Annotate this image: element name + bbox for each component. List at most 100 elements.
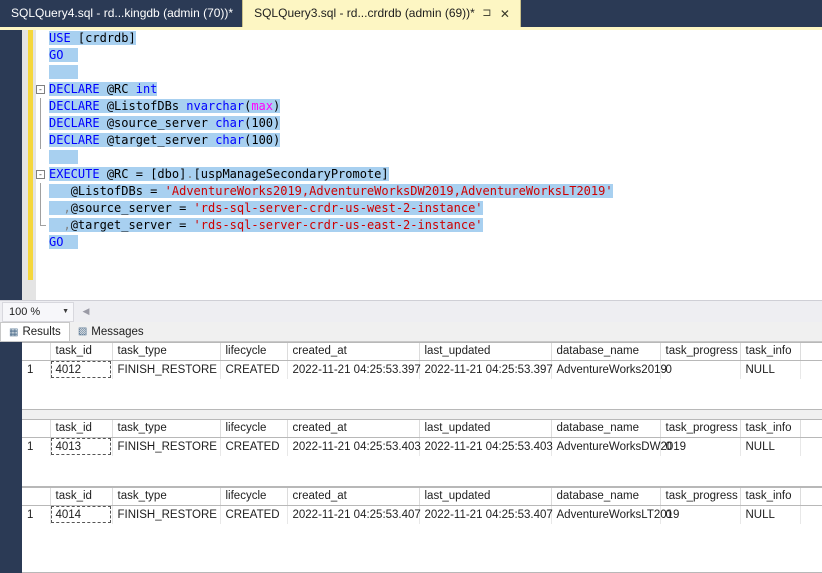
result-grid-2[interactable]: task_id task_type lifecycle created_at l…	[22, 419, 822, 487]
column-header-filler	[800, 343, 822, 360]
code-line-8	[36, 149, 822, 166]
zoom-level-value: 100 %	[9, 306, 40, 318]
cell-created-at[interactable]: 2022-11-21 04:25:53.403	[287, 437, 419, 456]
cell-task-info[interactable]: NULL	[740, 360, 800, 379]
row-number[interactable]: 1	[22, 437, 50, 456]
editor-horizontal-scrollbar[interactable]: ◀	[78, 302, 822, 322]
cell-last-updated[interactable]: 2022-11-21 04:25:53.403	[419, 437, 551, 456]
column-header-task-type[interactable]: task_type	[112, 488, 220, 505]
fold-guide-line	[40, 200, 41, 217]
column-header-task-id[interactable]: task_id	[50, 420, 112, 437]
code-token-type-int: int	[136, 82, 158, 96]
column-header-task-progress[interactable]: task_progress	[660, 488, 740, 505]
pin-icon[interactable]: ⊐	[481, 8, 493, 19]
code-token-type-char: char	[215, 133, 244, 147]
column-header-lifecycle[interactable]: lifecycle	[220, 488, 287, 505]
result-table-1: task_id task_type lifecycle created_at l…	[22, 343, 822, 379]
cell-task-type[interactable]: FINISH_RESTORE	[112, 437, 220, 456]
table-header-row: task_id task_type lifecycle created_at l…	[22, 420, 822, 437]
column-header-task-type[interactable]: task_type	[112, 420, 220, 437]
cell-task-info[interactable]: NULL	[740, 505, 800, 524]
tab-messages[interactable]: ▧ Messages	[70, 322, 152, 341]
code-token-db-name: [crdrdb]	[78, 31, 136, 45]
cell-database-name[interactable]: AdventureWorks2019	[551, 360, 660, 379]
results-pane[interactable]: task_id task_type lifecycle created_at l…	[0, 342, 822, 573]
column-header-database-name[interactable]: database_name	[551, 343, 660, 360]
column-header-last-updated[interactable]: last_updated	[419, 420, 551, 437]
row-header-corner[interactable]	[22, 488, 50, 505]
cell-database-name[interactable]: AdventureWorksLT2019	[551, 505, 660, 524]
column-header-last-updated[interactable]: last_updated	[419, 343, 551, 360]
fold-collapse-icon[interactable]: -	[36, 170, 45, 179]
table-row[interactable]: 1 4014 FINISH_RESTORE CREATED 2022-11-21…	[22, 505, 822, 524]
tab-results-label: Results	[22, 326, 60, 338]
cell-task-id[interactable]: 4013	[50, 437, 112, 456]
cell-database-name[interactable]: AdventureWorksDW2019	[551, 437, 660, 456]
sql-code-editor[interactable]: USE [crdrdb] GO -DECLARE @RC int DECLARE…	[0, 30, 822, 300]
cell-lifecycle[interactable]: CREATED	[220, 360, 287, 379]
cell-task-progress[interactable]: 0	[660, 360, 740, 379]
column-header-database-name[interactable]: database_name	[551, 420, 660, 437]
cell-lifecycle[interactable]: CREATED	[220, 505, 287, 524]
cell-task-info[interactable]: NULL	[740, 437, 800, 456]
cell-last-updated[interactable]: 2022-11-21 04:25:53.397	[419, 360, 551, 379]
close-icon[interactable]: ✕	[499, 8, 511, 20]
column-header-lifecycle[interactable]: lifecycle	[220, 420, 287, 437]
code-token-schema: [dbo]	[150, 167, 186, 181]
cell-created-at[interactable]: 2022-11-21 04:25:53.397	[287, 360, 419, 379]
column-header-task-id[interactable]: task_id	[50, 343, 112, 360]
editor-text-area[interactable]: USE [crdrdb] GO -DECLARE @RC int DECLARE…	[36, 30, 822, 300]
code-token-go: GO	[49, 235, 63, 249]
column-header-created-at[interactable]: created_at	[287, 420, 419, 437]
row-number[interactable]: 1	[22, 360, 50, 379]
fold-collapse-icon[interactable]: -	[36, 85, 45, 94]
result-grid-1[interactable]: task_id task_type lifecycle created_at l…	[22, 342, 822, 410]
scroll-left-icon[interactable]: ◀	[78, 302, 94, 322]
code-token-var-rc: @RC	[107, 82, 129, 96]
code-token-str-dblist: 'AdventureWorks2019,AdventureWorksDW2019…	[165, 184, 613, 198]
code-token-dot: .	[186, 167, 193, 181]
code-token-execute: EXECUTE	[49, 167, 100, 181]
zoom-level-dropdown[interactable]: 100 % ▼	[2, 302, 74, 322]
column-header-task-progress[interactable]: task_progress	[660, 420, 740, 437]
cell-lifecycle[interactable]: CREATED	[220, 437, 287, 456]
code-line-3	[36, 64, 822, 81]
editor-tab-sqlquery4[interactable]: SQLQuery4.sql - rd...kingdb (admin (70))…	[0, 0, 242, 27]
column-header-last-updated[interactable]: last_updated	[419, 488, 551, 505]
column-header-task-info[interactable]: task_info	[740, 420, 800, 437]
row-header-corner[interactable]	[22, 420, 50, 437]
column-header-created-at[interactable]: created_at	[287, 488, 419, 505]
code-token-declare: DECLARE	[49, 116, 100, 130]
editor-tab-sqlquery3[interactable]: SQLQuery3.sql - rd...crdrdb (admin (69))…	[242, 0, 521, 27]
column-header-task-type[interactable]: task_type	[112, 343, 220, 360]
column-header-database-name[interactable]: database_name	[551, 488, 660, 505]
code-token-var-listofdbs: @ListofDBs	[107, 99, 179, 113]
table-row[interactable]: 1 4013 FINISH_RESTORE CREATED 2022-11-21…	[22, 437, 822, 456]
cell-task-type[interactable]: FINISH_RESTORE	[112, 505, 220, 524]
code-token-var-listofdbs: @ListofDBs	[71, 184, 143, 198]
tab-results[interactable]: ▦ Results	[0, 322, 70, 341]
column-header-task-info[interactable]: task_info	[740, 343, 800, 360]
row-number[interactable]: 1	[22, 505, 50, 524]
column-header-created-at[interactable]: created_at	[287, 343, 419, 360]
column-header-task-info[interactable]: task_info	[740, 488, 800, 505]
cell-task-id[interactable]: 4014	[50, 505, 112, 524]
row-header-corner[interactable]	[22, 343, 50, 360]
result-grid-3[interactable]: task_id task_type lifecycle created_at l…	[22, 487, 822, 573]
column-header-task-progress[interactable]: task_progress	[660, 343, 740, 360]
code-token-var-target: @target_server	[71, 218, 172, 232]
grid-empty-area	[22, 456, 822, 487]
cell-task-id[interactable]: 4012	[50, 360, 112, 379]
cell-task-type[interactable]: FINISH_RESTORE	[112, 360, 220, 379]
column-header-lifecycle[interactable]: lifecycle	[220, 343, 287, 360]
editor-tab-label: SQLQuery3.sql - rd...crdrdb (admin (69))…	[254, 0, 475, 27]
cell-filler	[800, 360, 822, 379]
code-token-proc: [uspManageSecondaryPromote]	[194, 167, 389, 181]
table-row[interactable]: 1 4012 FINISH_RESTORE CREATED 2022-11-21…	[22, 360, 822, 379]
tab-messages-label: Messages	[91, 326, 143, 338]
cell-created-at[interactable]: 2022-11-21 04:25:53.407	[287, 505, 419, 524]
code-token-declare: DECLARE	[49, 99, 100, 113]
cell-last-updated[interactable]: 2022-11-21 04:25:53.407	[419, 505, 551, 524]
chevron-down-icon[interactable]: ▼	[62, 308, 69, 315]
column-header-task-id[interactable]: task_id	[50, 488, 112, 505]
